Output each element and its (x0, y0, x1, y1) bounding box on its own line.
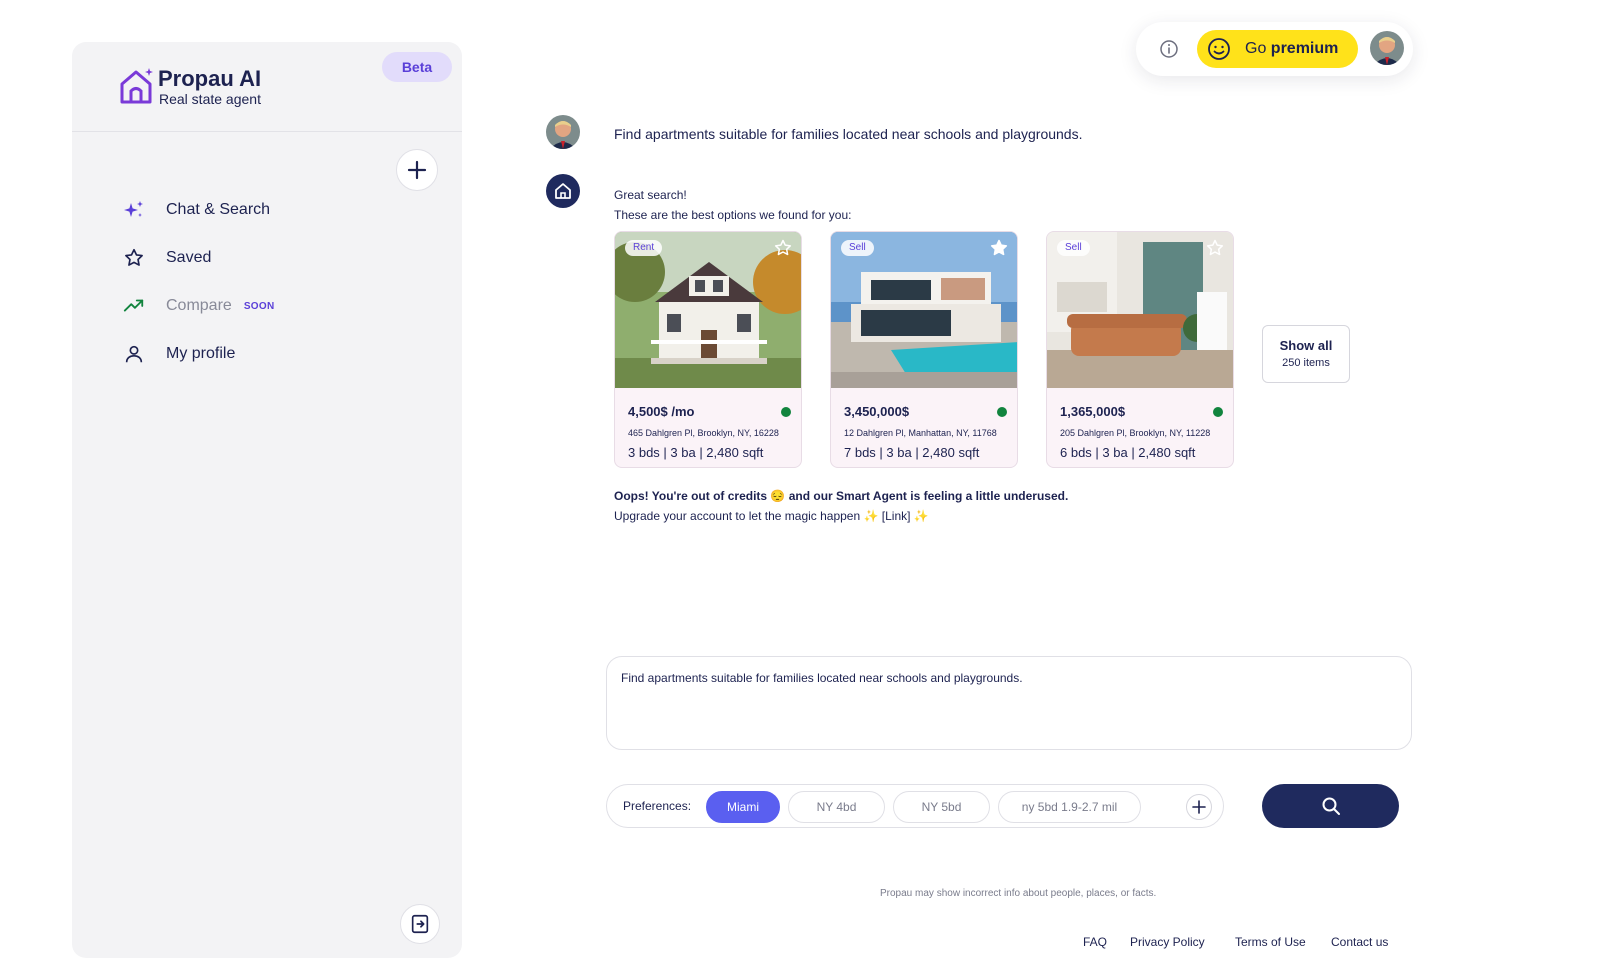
sidebar-item-label: Compare (166, 297, 232, 314)
sidebar-item-label: Saved (166, 249, 212, 266)
listing-type-tag: Sell (1057, 240, 1090, 256)
listing-type-tag: Rent (625, 240, 663, 256)
user-message: Find apartments suitable for families lo… (614, 126, 1083, 142)
preferences-bar: Preferences: Miami NY 4bd NY 5bd ny 5bd … (606, 784, 1224, 828)
listing-card[interactable]: Sell 1,365,000$ 205 Dahlgren Pl, Brookly… (1046, 231, 1234, 468)
prompt-input[interactable]: Find apartments suitable for families lo… (606, 656, 1412, 750)
smiley-icon (1208, 38, 1230, 60)
footer-link-privacy[interactable]: Privacy Policy (1130, 935, 1205, 949)
preferences-label: Preferences: (623, 799, 692, 813)
plus-icon (1192, 800, 1206, 814)
listing-address: 205 Dahlgren Pl, Brooklyn, NY, 11228 (1060, 428, 1211, 438)
listing-address: 12 Dahlgren Pl, Manhattan, NY, 11768 (844, 428, 997, 438)
listing-specs: 7 bds | 3 ba | 2,480 sqft (844, 445, 980, 460)
bot-intro: These are the best options we found for … (614, 208, 852, 222)
user-icon (122, 342, 146, 366)
sidebar-item-saved[interactable]: Saved (122, 234, 422, 282)
listing-address: 465 Dahlgren Pl, Brooklyn, NY, 16228 (628, 428, 779, 438)
star-icon (122, 246, 146, 270)
listing-specs: 6 bds | 3 ba | 2,480 sqft (1060, 445, 1196, 460)
bot-greeting: Great search! (614, 188, 687, 202)
user-avatar (546, 115, 580, 149)
listing-card[interactable]: Sell 3,450,000$ 12 Dahlgren Pl, Manhatta… (830, 231, 1018, 468)
plus-icon (407, 160, 427, 180)
avatar-image (546, 115, 580, 149)
premium-label: Go premium (1245, 40, 1339, 57)
preference-chip[interactable]: NY 5bd (893, 791, 990, 823)
avatar[interactable] (1370, 31, 1404, 65)
app-page: Propau AI Real state agent Beta Chat & S… (0, 0, 1600, 963)
new-chat-button[interactable] (396, 149, 438, 191)
listing-specs: 3 bds | 3 ba | 2,480 sqft (628, 445, 764, 460)
show-all-label: Show all (1279, 338, 1333, 353)
star-outline-icon[interactable] (1205, 238, 1225, 258)
upgrade-prompt[interactable]: Upgrade your account to let the magic ha… (614, 509, 929, 523)
house-icon (555, 183, 571, 199)
brand-subtitle: Real state agent (159, 91, 261, 107)
top-bar: Go premium (1136, 22, 1413, 76)
trend-up-icon (122, 294, 146, 318)
search-button[interactable] (1262, 784, 1399, 828)
sidebar-item-compare[interactable]: Compare SOON (122, 282, 422, 330)
info-icon[interactable] (1158, 38, 1180, 60)
availability-dot (1213, 407, 1223, 417)
preference-chip[interactable]: NY 4bd (788, 791, 885, 823)
brand-header: Propau AI Real state agent Beta (72, 42, 462, 132)
footer-link-contact[interactable]: Contact us (1331, 935, 1388, 949)
star-outline-icon[interactable] (773, 238, 793, 258)
credits-warning: Oops! You're out of credits 😔 and our Sm… (614, 489, 1069, 503)
listing-card[interactable]: Rent 4,500$ /mo 465 Dahlgren Pl, Brookly… (614, 231, 802, 468)
preference-chip[interactable]: ny 5bd 1.9-2.7 mil (998, 791, 1141, 823)
footer-link-faq[interactable]: FAQ (1083, 935, 1107, 949)
beta-badge: Beta (382, 52, 452, 82)
sidebar-item-label: Chat & Search (166, 201, 271, 218)
disclaimer: Propau may show incorrect info about peo… (880, 888, 1157, 899)
sidebar-item-label: My profile (166, 345, 236, 362)
sidebar: Propau AI Real state agent Beta Chat & S… (72, 42, 462, 958)
soon-badge: SOON (243, 300, 275, 312)
footer-link-terms[interactable]: Terms of Use (1235, 935, 1306, 949)
star-filled-icon[interactable] (989, 238, 1009, 258)
brand-name: Propau AI (158, 66, 262, 91)
sidebar-nav: Chat & Search Saved Compare SOON My prof… (122, 186, 422, 378)
listing-price: 3,450,000$ (844, 404, 910, 419)
bot-avatar (546, 174, 580, 208)
availability-dot (997, 407, 1007, 417)
search-icon (1322, 797, 1340, 815)
avatar-image (1370, 31, 1404, 65)
prompt-input-value: Find apartments suitable for families lo… (621, 671, 1023, 685)
preference-chip[interactable]: Miami (706, 791, 780, 823)
listing-price: 1,365,000$ (1060, 404, 1126, 419)
sidebar-item-my-profile[interactable]: My profile (122, 330, 422, 378)
sparkle-icon (122, 198, 146, 222)
house-logo-icon (120, 68, 153, 104)
listing-type-tag: Sell (841, 240, 874, 256)
logout-button[interactable] (400, 904, 440, 944)
logout-icon (411, 914, 429, 934)
listing-price: 4,500$ /mo (628, 404, 695, 419)
availability-dot (781, 407, 791, 417)
go-premium-button[interactable]: Go premium (1197, 30, 1358, 68)
add-preference-button[interactable] (1186, 794, 1212, 820)
sidebar-item-chat-search[interactable]: Chat & Search (122, 186, 422, 234)
show-all-count: 250 items (1282, 357, 1330, 369)
show-all-button[interactable]: Show all 250 items (1262, 325, 1350, 383)
